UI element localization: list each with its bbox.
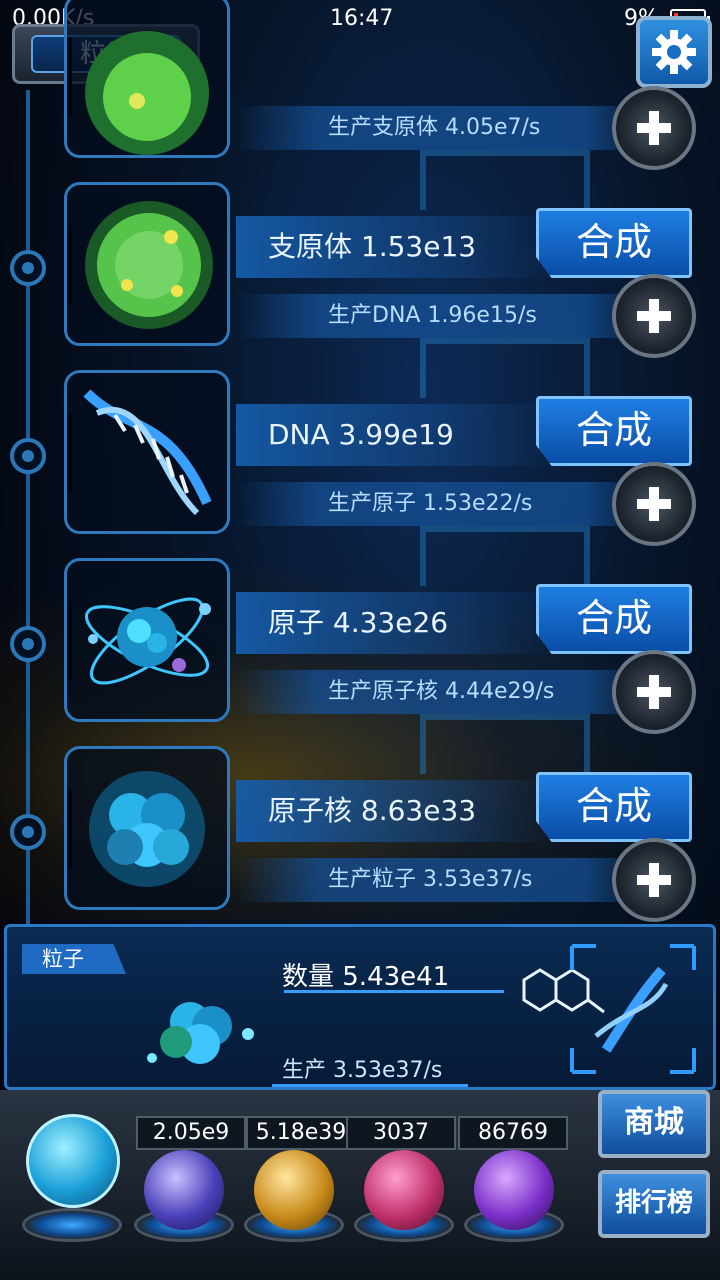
synthesize-button[interactable]: 合成 — [536, 208, 692, 278]
upgrade-button[interactable] — [612, 462, 696, 546]
particle-orb-tab[interactable] — [26, 1114, 120, 1208]
list-item: DNA 3.99e19 合成 生产原子 1.53e22/s — [0, 370, 720, 558]
upgrade-button[interactable] — [612, 650, 696, 734]
item-name: DNA 3.99e19 — [236, 404, 556, 466]
item-icon-frame — [64, 746, 230, 910]
dock-stat: 3037 — [346, 1116, 456, 1150]
plus-icon — [637, 111, 671, 145]
dock-stat: 86769 — [458, 1116, 568, 1150]
lightning-orb-tab[interactable] — [144, 1150, 224, 1230]
production-rate: 生产粒子 3.53e37/s — [236, 858, 646, 902]
list-item: 支原体 1.53e13 合成 生产DNA 1.96e15/s — [0, 182, 720, 370]
orb-pedestal — [22, 1208, 122, 1242]
production-rate: 生产支原体 4.05e7/s — [236, 106, 646, 150]
list-item: 原子核 8.63e33 合成 生产粒子 3.53e37/s — [0, 746, 720, 934]
leaderboard-button[interactable]: 排行榜 — [598, 1170, 710, 1238]
particle-icon — [147, 1002, 254, 1064]
upgrade-button[interactable] — [612, 274, 696, 358]
shop-button[interactable]: 商城 — [598, 1090, 710, 1158]
item-icon-frame — [64, 370, 230, 534]
item-name: 原子核 8.63e33 — [236, 780, 556, 842]
dock-stat: 5.18e39 — [246, 1116, 356, 1150]
mycoplasma-icon — [85, 31, 209, 155]
production-rate: 生产原子核 4.44e29/s — [236, 670, 646, 714]
item-name: 原子 4.33e26 — [236, 592, 556, 654]
dna-icon — [83, 389, 212, 516]
nebula-orb-tab[interactable] — [254, 1150, 334, 1230]
dock-stat: 2.05e9 — [136, 1116, 246, 1150]
plus-icon — [637, 487, 671, 521]
production-rate: 生产DNA 1.96e15/s — [236, 294, 646, 338]
vortex-orb-tab[interactable] — [474, 1150, 554, 1230]
count-underline — [284, 990, 504, 993]
item-icon-frame — [64, 182, 230, 346]
nucleus-icon — [89, 771, 205, 887]
plus-icon — [637, 675, 671, 709]
production-underline — [272, 1084, 468, 1087]
mycoplasma-icon — [85, 201, 213, 329]
list-item: 生产支原体 4.05e7/s — [0, 0, 720, 182]
item-icon-frame — [64, 558, 230, 722]
upgrade-button[interactable] — [612, 838, 696, 922]
plus-icon — [637, 863, 671, 897]
item-icon-frame — [64, 0, 230, 158]
synthesize-button[interactable]: 合成 — [536, 396, 692, 466]
list-item: 原子 4.33e26 合成 生产原子核 4.44e29/s — [0, 558, 720, 746]
dna-emblem-icon — [570, 944, 696, 1074]
plus-icon — [637, 299, 671, 333]
upgrade-button[interactable] — [612, 86, 696, 170]
production-rate: 生产原子 1.53e22/s — [236, 482, 646, 526]
synthesize-button[interactable]: 合成 — [536, 772, 692, 842]
atom-icon — [84, 597, 211, 685]
synthesize-button[interactable]: 合成 — [536, 584, 692, 654]
particle-count: 数量 5.43e41 — [282, 962, 450, 992]
brain-orb-tab[interactable] — [364, 1150, 444, 1230]
item-name: 支原体 1.53e13 — [236, 216, 556, 278]
particle-production: 生产 3.53e37/s — [282, 1058, 443, 1083]
panel-tag: 粒子 — [22, 944, 126, 974]
